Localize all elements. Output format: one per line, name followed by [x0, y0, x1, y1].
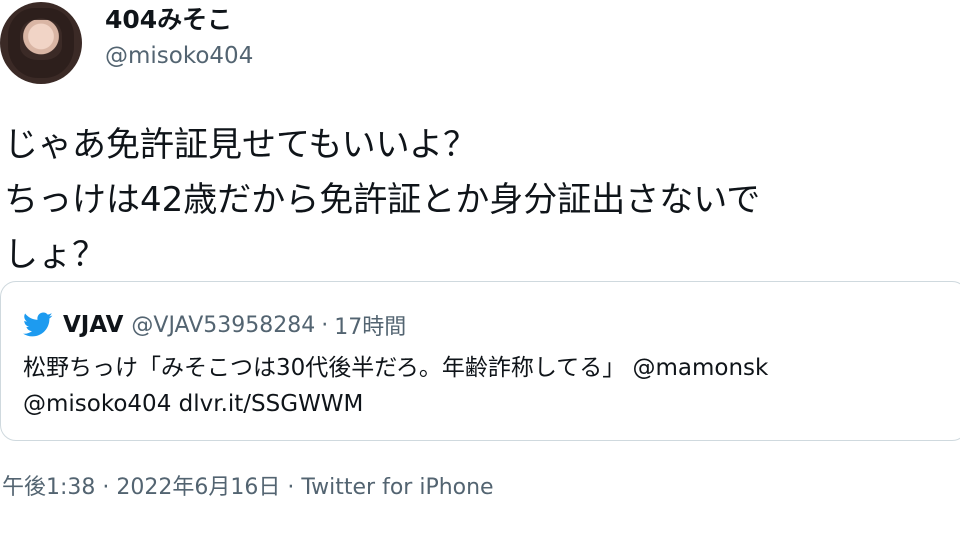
separator-dot: ·: [280, 475, 302, 500]
tweet-source[interactable]: Twitter for iPhone: [301, 475, 493, 500]
quoted-tweet-text: 松野ちっけ「みそこつは30代後半だろ。年齢詐称してる」 @mamonsk @mi…: [23, 350, 943, 422]
tweet-time[interactable]: 午後1:38: [2, 475, 95, 500]
author-name[interactable]: 404みそこ: [105, 5, 232, 35]
tweet-text-line: じゃあ免許証見せてもいいよ？: [4, 125, 477, 165]
quoted-tweet-header: VJAV @VJAV53958284 · 17時間: [23, 310, 406, 340]
separator-dot: ·: [321, 312, 329, 338]
avatar[interactable]: [0, 2, 82, 84]
tweet-text-line: しょ？: [4, 235, 106, 275]
tweet-meta: 午後1:38 · 2022年6月16日 · Twitter for iPhone: [2, 473, 494, 503]
quoted-author-handle[interactable]: @VJAV53958284: [131, 313, 315, 338]
quoted-timestamp[interactable]: 17時間: [334, 309, 406, 341]
quoted-text-line: 松野ちっけ「みそこつは30代後半だろ。年齢詐称してる」 @mamonsk: [23, 355, 769, 381]
quoted-text-line: @misoko404 dlvr.it/SSGWWM: [23, 391, 364, 417]
author-handle[interactable]: @misoko404: [105, 42, 253, 70]
tweet-text-line: ちっけは42歳だから免許証とか身分証出さないで: [4, 180, 761, 220]
tweet-text: じゃあ免許証見せてもいいよ？ ちっけは42歳だから免許証とか身分証出さないで し…: [4, 118, 944, 283]
quoted-author-name[interactable]: VJAV: [63, 312, 123, 338]
quoted-tweet-card[interactable]: VJAV @VJAV53958284 · 17時間 松野ちっけ「みそこつは30代…: [0, 281, 960, 441]
tweet-date[interactable]: 2022年6月16日: [116, 475, 280, 500]
avatar-hair: [8, 8, 74, 78]
separator-dot: ·: [95, 475, 117, 500]
twitter-bird-icon: [23, 312, 53, 338]
